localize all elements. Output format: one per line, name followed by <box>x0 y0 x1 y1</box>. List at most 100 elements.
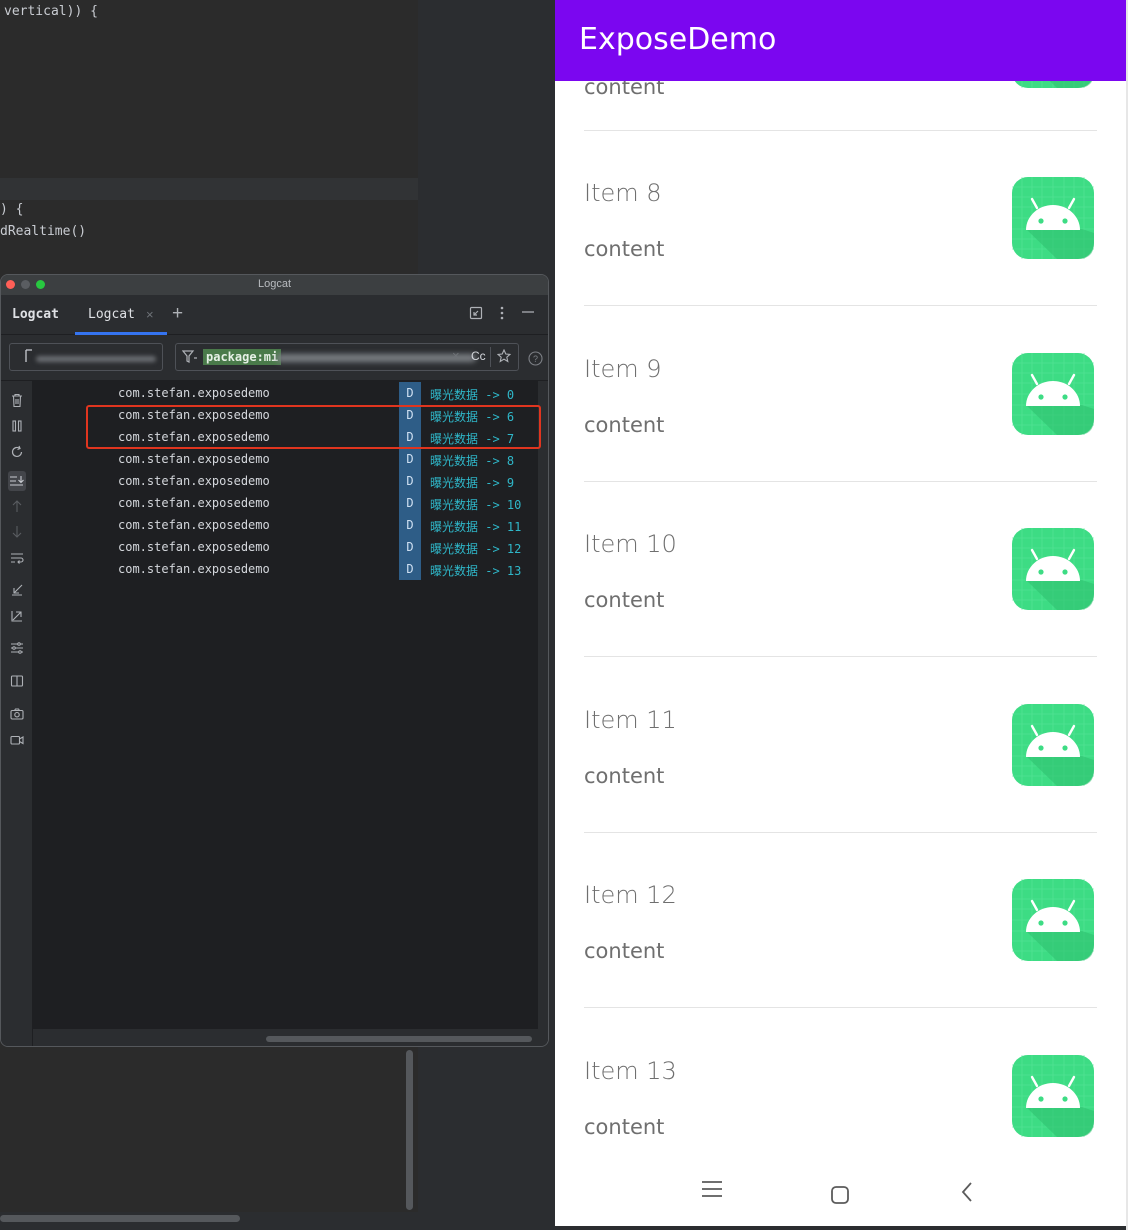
pause-icon[interactable] <box>8 419 26 436</box>
previous-occurrence-icon[interactable] <box>8 499 26 516</box>
item-content: content <box>584 412 665 437</box>
svg-text:?: ? <box>533 354 538 364</box>
code-line[interactable]: vertical)) { <box>4 4 98 19</box>
menu-nav-button[interactable] <box>701 1175 723 1206</box>
help-icon[interactable]: ? <box>528 351 543 371</box>
item-title: Item 9 <box>584 354 662 383</box>
app-title: ExposeDemo <box>579 22 777 57</box>
logcat-titlebar[interactable]: Logcat <box>1 275 548 295</box>
expand-icon[interactable] <box>8 609 26 626</box>
log-package: com.stefan.exposedemo <box>118 540 270 554</box>
log-package: com.stefan.exposedemo <box>118 430 270 444</box>
code-line[interactable]: ) { <box>0 202 23 217</box>
android-app-screen: content Item 8 content Item 9 content Item 1… <box>555 0 1128 1226</box>
collapse-icon[interactable] <box>8 583 26 600</box>
screenshot-icon[interactable] <box>8 707 26 724</box>
star-icon[interactable] <box>496 348 512 368</box>
filter-query-text[interactable]: package:mi <box>203 349 282 365</box>
soft-wrap-icon[interactable] <box>8 551 26 568</box>
log-message: 曝光数据 -> 12 <box>430 542 522 556</box>
log-level-badge: D <box>399 536 421 558</box>
log-package: com.stefan.exposedemo <box>118 386 270 400</box>
log-message: 曝光数据 -> 6 <box>430 410 515 424</box>
logcat-left-toolbar <box>1 381 33 1046</box>
code-line[interactable]: dRealtime() <box>0 224 86 239</box>
scroll-to-end-icon[interactable] <box>8 471 26 491</box>
split-panels-icon[interactable] <box>8 674 26 691</box>
log-row[interactable]: com.stefan.exposedemo D 曝光数据 -> 12 <box>33 536 538 558</box>
log-row[interactable]: com.stefan.exposedemo D 曝光数据 -> 0 <box>33 382 538 404</box>
log-package: com.stefan.exposedemo <box>118 452 270 466</box>
logcat-vertical-scroll-track[interactable] <box>538 381 548 1029</box>
logcat-filter-input[interactable]: package:mi × Cc <box>175 343 519 371</box>
log-message: 曝光数据 -> 10 <box>430 498 522 512</box>
log-level-badge: D <box>399 514 421 536</box>
log-row[interactable]: com.stefan.exposedemo D 曝光数据 -> 6 <box>33 404 538 426</box>
logcat-window: Logcat Logcat Logcat × + package:mi × Cc… <box>0 274 549 1047</box>
item-title: Item 12 <box>584 881 677 909</box>
log-row[interactable]: com.stefan.exposedemo D 曝光数据 -> 13 <box>33 558 538 580</box>
device-icon <box>24 349 34 368</box>
log-package: com.stefan.exposedemo <box>118 562 270 576</box>
item-title: Item 10 <box>584 530 677 558</box>
device-name-redacted <box>36 356 156 362</box>
clear-filter-icon[interactable]: × <box>452 348 460 363</box>
add-tab-button[interactable]: + <box>172 303 183 325</box>
log-level-badge: D <box>399 382 421 404</box>
log-level-badge: D <box>399 558 421 580</box>
match-case-button[interactable]: Cc <box>471 349 486 363</box>
logcat-horizontal-scrollbar[interactable] <box>266 1036 532 1042</box>
logcat-tabbar: Logcat Logcat × + <box>1 295 548 335</box>
format-settings-icon[interactable] <box>8 641 26 658</box>
logcat-output[interactable]: com.stefan.exposedemo D 曝光数据 -> 0 com.stefa… <box>33 381 538 1029</box>
item-content: content <box>584 939 665 963</box>
app-bar: ExposeDemo <box>555 0 1126 81</box>
log-package: com.stefan.exposedemo <box>118 474 270 488</box>
log-row[interactable]: com.stefan.exposedemo D 曝光数据 -> 11 <box>33 514 538 536</box>
restart-icon[interactable] <box>8 445 26 462</box>
restore-window-icon[interactable] <box>469 306 483 324</box>
next-occurrence-icon[interactable] <box>8 525 26 542</box>
log-level-badge: D <box>399 448 421 470</box>
more-options-icon[interactable] <box>497 305 507 325</box>
log-row[interactable]: com.stefan.exposedemo D 曝光数据 -> 10 <box>33 492 538 514</box>
log-message: 曝光数据 -> 13 <box>430 564 522 578</box>
list-item[interactable]: Item 11 content <box>584 658 1097 834</box>
list-item[interactable]: Item 8 content <box>584 131 1097 307</box>
log-row[interactable]: com.stefan.exposedemo D 曝光数据 -> 8 <box>33 448 538 470</box>
editor-code-area-top[interactable] <box>0 0 418 178</box>
log-message: 曝光数据 -> 7 <box>430 432 515 446</box>
log-package: com.stefan.exposedemo <box>118 408 270 422</box>
list-item[interactable]: Item 13 content <box>584 1009 1097 1185</box>
list-item[interactable]: Item 12 content <box>584 833 1097 1009</box>
editor-vertical-scrollbar[interactable] <box>406 1050 413 1210</box>
editor-fold-band <box>0 178 418 200</box>
trash-icon[interactable] <box>8 393 26 411</box>
log-row[interactable]: com.stefan.exposedemo D 曝光数据 -> 7 <box>33 426 538 448</box>
list-item[interactable]: Item 9 content <box>584 307 1097 483</box>
filter-query-redacted <box>276 354 476 362</box>
back-nav-button[interactable] <box>960 1179 974 1210</box>
window-title: Logcat <box>257 278 292 290</box>
item-content: content <box>584 1114 665 1139</box>
android-launcher-icon <box>1012 879 1094 961</box>
system-navigation-bar <box>555 1165 1128 1220</box>
android-launcher-icon <box>1012 704 1094 786</box>
close-tab-icon[interactable]: × <box>146 307 154 322</box>
log-level-badge: D <box>399 404 421 426</box>
item-content: content <box>584 763 665 788</box>
home-nav-button[interactable] <box>830 1181 850 1212</box>
log-package: com.stefan.exposedemo <box>118 518 270 532</box>
hide-window-icon[interactable] <box>521 305 535 323</box>
item-title: Item 11 <box>584 705 677 734</box>
log-package: com.stefan.exposedemo <box>118 496 270 510</box>
tab-logcat[interactable]: Logcat <box>88 307 135 322</box>
device-selector[interactable] <box>9 343 163 371</box>
item-content: content <box>584 237 665 261</box>
log-message: 曝光数据 -> 8 <box>430 454 515 468</box>
editor-horizontal-scrollbar[interactable] <box>0 1215 240 1222</box>
list-item[interactable]: Item 10 content <box>584 482 1097 658</box>
screen-record-icon[interactable] <box>8 733 26 750</box>
log-row[interactable]: com.stefan.exposedemo D 曝光数据 -> 9 <box>33 470 538 492</box>
logcat-filter-bar: package:mi × Cc ? <box>1 335 548 381</box>
